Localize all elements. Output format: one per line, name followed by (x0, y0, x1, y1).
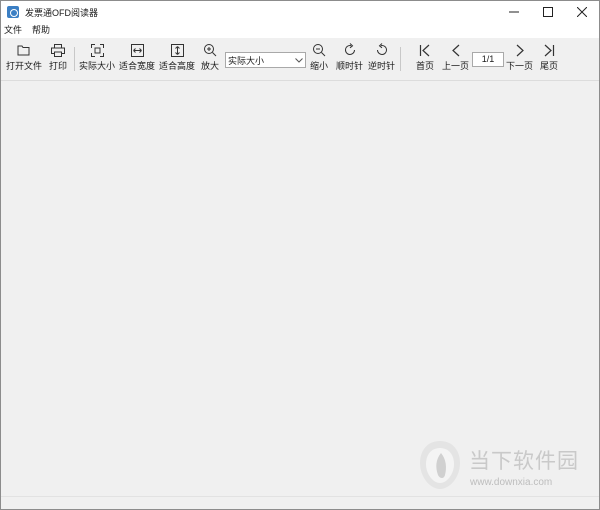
zoom-in-label: 放大 (201, 61, 220, 71)
actual-size-icon (90, 43, 104, 57)
watermark-url: www.downxia.com (470, 477, 553, 488)
folder-icon (17, 45, 30, 56)
rotate-clockwise-label: 顺时针 (336, 61, 364, 71)
close-button[interactable] (565, 1, 599, 23)
title-bar: 发票通OFD阅读器 (1, 1, 599, 23)
zoom-level-value: 实际大小 (228, 55, 265, 66)
first-page-icon (419, 44, 430, 56)
watermark-title: 当下软件园 (469, 449, 579, 473)
menu-help[interactable]: 帮助 (32, 23, 50, 38)
rotate-clockwise-icon (344, 43, 355, 55)
rotate-clockwise-button[interactable]: 顺时针 (336, 42, 363, 78)
next-page-button[interactable]: 下一页 (506, 42, 533, 78)
prev-page-label: 上一页 (442, 61, 470, 71)
actual-size-label: 实际大小 (79, 61, 116, 71)
zoom-out-label: 缩小 (310, 61, 329, 71)
fit-width-button[interactable]: 适合宽度 (119, 42, 155, 78)
minimize-button[interactable] (497, 1, 531, 23)
app-logo-icon (7, 6, 19, 18)
last-page-button[interactable]: 尾页 (540, 42, 558, 78)
close-icon (577, 7, 587, 17)
print-button[interactable]: 打印 (49, 42, 67, 78)
last-page-icon (544, 44, 555, 56)
fit-width-label: 适合宽度 (119, 61, 156, 71)
watermark-logo-icon (420, 441, 460, 489)
first-page-button[interactable]: 首页 (416, 42, 434, 78)
chevron-down-icon[interactable] (293, 53, 305, 67)
chevron-right-icon (516, 44, 524, 56)
actual-size-button[interactable]: 实际大小 (79, 42, 115, 78)
zoom-level-select[interactable]: 实际大小 (225, 52, 306, 68)
chevron-left-icon (451, 44, 459, 56)
menu-bar: 文件 帮助 (1, 23, 599, 38)
fit-height-label: 适合高度 (159, 61, 196, 71)
rotate-counterclockwise-label: 逆时针 (368, 61, 396, 71)
zoom-out-icon (313, 44, 326, 57)
open-file-button[interactable]: 打开文件 (6, 42, 42, 78)
app-window: 发票通OFD阅读器 文件 帮助 打开文件 打印 实际大小 适合宽度 适合高度 放… (0, 0, 600, 510)
rotate-counterclockwise-button[interactable]: 逆时针 (368, 42, 395, 78)
window-controls (497, 1, 599, 23)
fit-height-icon (170, 43, 184, 57)
document-viewport (1, 82, 599, 496)
page-number-input[interactable]: 1/1 (472, 52, 504, 67)
first-page-label: 首页 (416, 61, 435, 71)
next-page-label: 下一页 (506, 61, 534, 71)
minimize-icon (509, 11, 519, 13)
zoom-in-button[interactable]: 放大 (201, 42, 219, 78)
toolbar-separator (74, 47, 75, 71)
fit-width-icon (130, 43, 144, 57)
maximize-icon (543, 7, 553, 17)
menu-file[interactable]: 文件 (4, 23, 22, 38)
window-title: 发票通OFD阅读器 (25, 7, 98, 18)
status-bar (1, 496, 599, 509)
site-watermark: 当下软件园 www.downxia.com (413, 437, 599, 497)
zoom-out-button[interactable]: 缩小 (310, 42, 328, 78)
fit-height-button[interactable]: 适合高度 (159, 42, 195, 78)
toolbar-separator (400, 47, 401, 71)
last-page-label: 尾页 (540, 61, 559, 71)
rotate-counterclockwise-icon (376, 43, 387, 55)
print-label: 打印 (49, 61, 68, 71)
prev-page-button[interactable]: 上一页 (442, 42, 469, 78)
open-file-label: 打开文件 (6, 61, 43, 71)
printer-icon (51, 43, 65, 57)
zoom-in-icon (204, 44, 217, 57)
maximize-button[interactable] (531, 1, 565, 23)
